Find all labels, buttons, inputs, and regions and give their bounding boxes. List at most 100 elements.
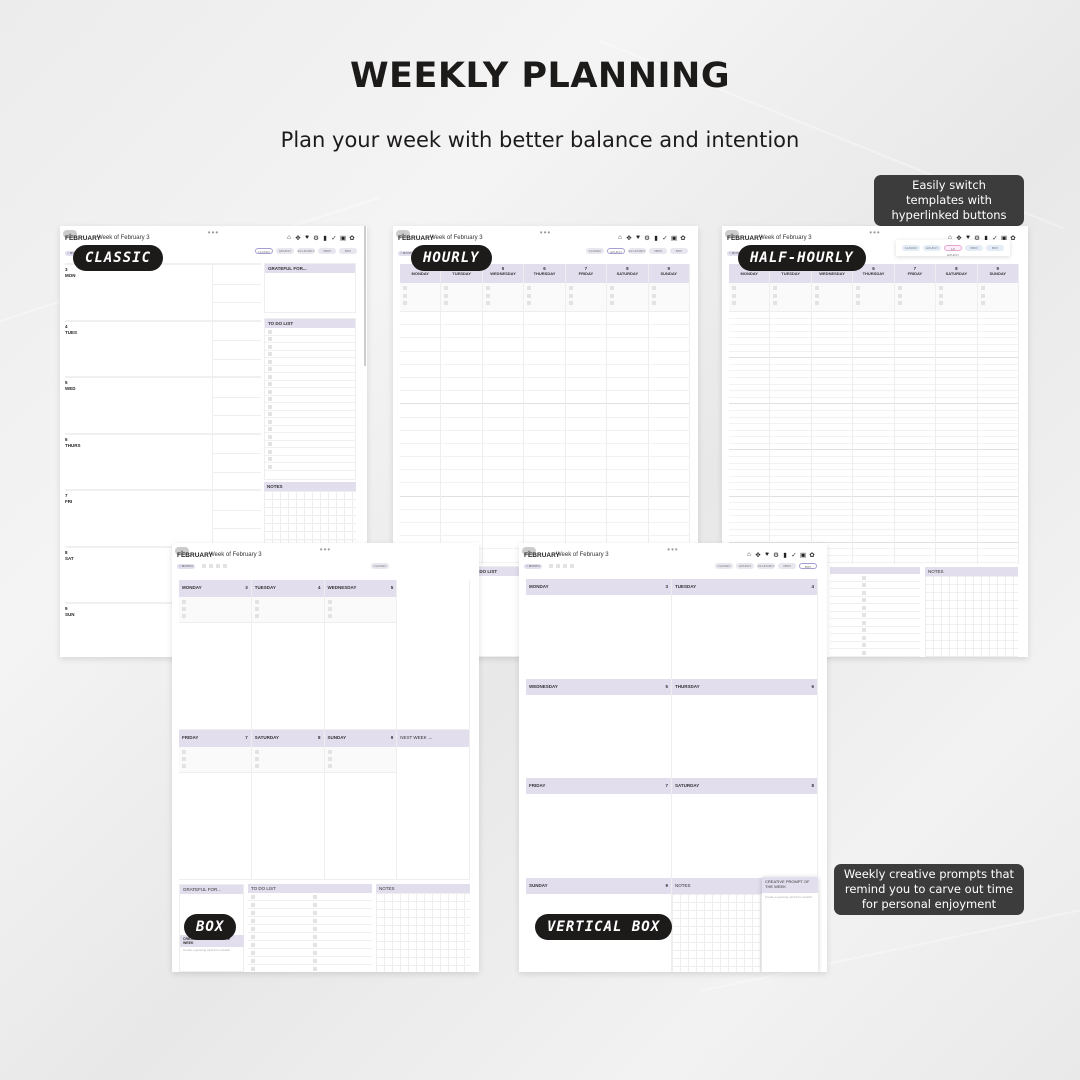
checkbox[interactable] <box>939 286 944 290</box>
time-slot[interactable] <box>811 352 853 359</box>
todo-item[interactable] <box>248 917 372 925</box>
checkbox[interactable] <box>568 286 573 290</box>
time-slot[interactable] <box>977 497 1018 504</box>
time-slot[interactable] <box>770 391 811 398</box>
time-slot[interactable] <box>853 418 894 425</box>
time-slot[interactable] <box>853 450 894 458</box>
tpl-classic[interactable]: CLASSIC <box>255 248 273 254</box>
time-slot[interactable] <box>811 378 853 385</box>
time-slot[interactable] <box>894 371 936 378</box>
time-slot[interactable] <box>894 450 936 458</box>
time-slot[interactable] <box>565 483 607 497</box>
time-slot[interactable] <box>894 411 936 418</box>
time-slot[interactable] <box>811 437 853 444</box>
checkbox[interactable] <box>773 301 778 305</box>
time-slot[interactable] <box>400 352 441 365</box>
time-slot[interactable] <box>770 345 811 352</box>
todo-item[interactable] <box>830 642 920 649</box>
todo-item[interactable] <box>830 627 920 634</box>
time-slot[interactable] <box>607 378 648 392</box>
time-slot[interactable] <box>894 510 936 517</box>
time-slot[interactable] <box>729 450 770 458</box>
time-slot[interactable] <box>729 530 770 537</box>
heart-icon[interactable]: ♥ <box>635 234 641 242</box>
tpl-half-hourly[interactable]: 1/2 HOURLY <box>628 248 646 254</box>
todo-item[interactable] <box>248 933 372 941</box>
time-slot[interactable] <box>977 418 1018 425</box>
time-slot[interactable] <box>811 516 853 523</box>
time-slot[interactable] <box>894 536 936 543</box>
tpl-box[interactable]: BOX <box>339 248 357 254</box>
time-slot[interactable] <box>648 457 689 471</box>
time-slot[interactable] <box>853 477 894 484</box>
time-slot[interactable] <box>770 431 811 438</box>
time-slot[interactable] <box>729 444 770 451</box>
time-slot[interactable] <box>936 431 977 438</box>
time-slot[interactable] <box>729 418 770 425</box>
time-slot[interactable] <box>524 365 565 378</box>
checkbox[interactable] <box>568 293 573 298</box>
time-slot[interactable] <box>482 431 524 444</box>
checkbox[interactable] <box>251 958 255 963</box>
time-slot[interactable] <box>648 378 689 392</box>
todo-item[interactable] <box>830 582 920 589</box>
time-slot[interactable] <box>729 510 770 517</box>
time-slot[interactable] <box>400 418 441 431</box>
checkbox[interactable] <box>313 902 317 907</box>
tpl-classic[interactable]: CLASSIC <box>902 245 920 251</box>
time-slot[interactable] <box>811 477 853 484</box>
time-slot[interactable] <box>729 345 770 352</box>
time-slot[interactable] <box>853 457 894 464</box>
time-slot[interactable] <box>729 358 770 365</box>
time-slot[interactable] <box>607 404 648 418</box>
time-slot[interactable] <box>729 470 770 477</box>
time-slot[interactable] <box>894 358 936 365</box>
time-slot[interactable] <box>482 391 524 405</box>
checkbox[interactable] <box>527 286 532 290</box>
time-slot[interactable] <box>977 483 1018 491</box>
time-slot[interactable] <box>648 470 689 484</box>
time-slot[interactable] <box>441 497 482 510</box>
time-slot[interactable] <box>524 444 565 458</box>
time-slot[interactable] <box>524 338 565 352</box>
time-slot[interactable] <box>811 497 853 504</box>
time-slot[interactable] <box>936 404 977 411</box>
time-slot[interactable] <box>441 470 482 484</box>
time-slot[interactable] <box>441 338 482 352</box>
notes-grid[interactable] <box>925 576 1018 657</box>
view-icon[interactable] <box>202 564 206 568</box>
time-slot[interactable] <box>565 365 607 378</box>
checkbox[interactable] <box>527 293 532 298</box>
time-slot[interactable] <box>936 378 977 385</box>
todo-item[interactable] <box>248 965 372 972</box>
time-slot[interactable] <box>400 510 441 523</box>
time-slot[interactable] <box>770 325 811 332</box>
time-slot[interactable] <box>936 437 977 444</box>
checkbox[interactable] <box>444 286 449 290</box>
time-slot[interactable] <box>977 510 1018 517</box>
time-slot[interactable] <box>936 477 977 484</box>
time-slot[interactable] <box>441 404 482 418</box>
checkbox[interactable] <box>814 286 819 290</box>
time-slot[interactable] <box>524 431 565 444</box>
checkbox[interactable] <box>182 750 186 754</box>
time-slot[interactable] <box>977 338 1018 345</box>
tpl-vbox[interactable]: VBOX <box>318 248 336 254</box>
time-slot[interactable] <box>894 530 936 537</box>
todo-item[interactable] <box>830 604 920 612</box>
time-slot[interactable] <box>607 470 648 484</box>
time-slot[interactable] <box>936 523 977 530</box>
time-slot[interactable] <box>729 464 770 471</box>
tpl-classic[interactable]: CLASSIC <box>586 248 604 254</box>
time-slot[interactable] <box>811 332 853 339</box>
time-slot[interactable] <box>811 312 853 319</box>
tpl-vbox[interactable]: VBOX <box>778 563 796 569</box>
checkbox[interactable] <box>327 764 332 768</box>
checkbox[interactable] <box>862 650 866 655</box>
time-slot[interactable] <box>811 530 853 537</box>
todo-item[interactable] <box>265 388 355 396</box>
time-slot[interactable] <box>936 490 977 497</box>
time-slot[interactable] <box>441 483 482 497</box>
time-slot[interactable] <box>770 365 811 372</box>
time-slot[interactable] <box>977 457 1018 464</box>
